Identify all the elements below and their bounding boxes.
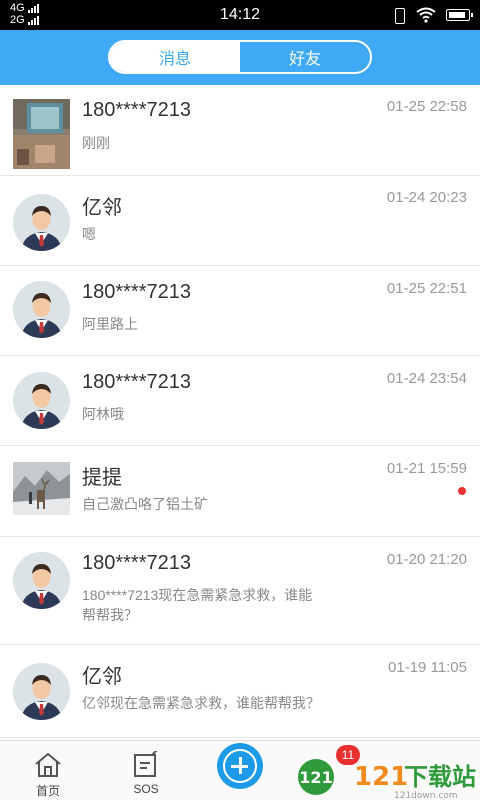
contact-name: 亿邻 [82,666,122,688]
message-time: 01-20 21:20 [386,551,467,568]
svg-text:121: 121 [299,768,332,787]
svg-text:121down.com: 121down.com [394,791,458,800]
contact-name: 亿邻 [82,197,122,219]
tab-messages[interactable]: 消息 [110,42,240,72]
svg-text:121: 121 [354,762,408,792]
tab-sos-label: SOS [133,782,159,796]
segmented-control: 消息 好友 [108,40,372,74]
avatar-photo-room [13,99,70,169]
conversation-item[interactable]: 亿邻 01-24 20:23 嗯 [0,176,480,266]
svg-text:下载站: 下载站 [404,763,476,791]
add-button[interactable] [217,743,263,789]
conversation-item[interactable]: 提提 01-21 15:59 自己激凸咯了铝土矿 [0,446,480,537]
conversation-item[interactable]: 亿邻 01-19 11:05 亿邻现在急需紧急求救，谁能帮帮我？ [0,645,480,738]
conversation-item[interactable]: 180****7213 01-20 21:20 180****7213现在急需紧… [0,537,480,645]
contact-name: 180****7213 [82,371,191,393]
message-time: 01-21 15:59 [386,460,467,477]
home-icon [35,753,61,777]
conversation-list: 180****7213 01-25 22:58 刚刚 亿邻 01-24 20:2… [0,85,480,738]
avatar-default-user-icon [13,663,70,720]
message-preview: 自己激凸咯了铝土矿 [82,496,208,512]
message-preview: 刚刚 [82,135,110,151]
watermark-logo: 121 121 下载站 121down.com [298,759,476,800]
tab-friends[interactable]: 好友 [240,42,370,72]
avatar-photo-deer [13,462,70,515]
unread-dot [458,487,466,495]
edit-icon [134,751,158,777]
message-time: 01-24 23:54 [386,370,467,387]
avatar-default-user-icon [13,194,70,251]
tab-home-label: 首页 [35,784,60,798]
bottom-tab-bar: 首页 SOS 11 121 121 下载站 121down.com [0,740,480,800]
message-time: 01-19 11:05 [388,659,467,676]
message-time: 01-24 20:23 [386,189,467,206]
wifi-icon [416,7,436,23]
message-preview-line1: 180****7213现在急需紧急求救，谁能 [82,587,313,603]
avatar-default-user-icon [13,281,70,338]
tab-sos[interactable]: SOS [126,741,166,800]
tab-home[interactable]: 首页 [28,741,68,800]
message-time: 01-25 22:51 [386,280,467,297]
contact-name: 180****7213 [82,281,191,303]
contact-name: 180****7213 [82,99,191,121]
message-preview: 阿林哦 [82,406,124,422]
header-bar: 消息 好友 [0,30,480,85]
plus-icon [223,749,257,783]
conversation-item[interactable]: 180****7213 01-25 22:51 阿里路上 [0,266,480,356]
battery-icon [446,9,473,21]
message-time: 01-25 22:58 [386,98,467,115]
vibrate-icon [392,7,406,24]
message-preview: 阿里路上 [82,316,138,332]
contact-name: 180****7213 [82,552,191,574]
contact-name: 提提 [82,467,122,489]
avatar-default-user-icon [13,372,70,429]
conversation-item[interactable]: 180****7213 01-24 23:54 阿林哦 [0,356,480,446]
message-preview-line2: 帮帮我？ [82,607,138,623]
conversation-item[interactable]: 180****7213 01-25 22:58 刚刚 [0,85,480,176]
message-preview: 亿邻现在急需紧急求救，谁能帮帮我？ [82,695,320,711]
message-preview: 嗯 [82,226,96,242]
status-bar: 4G 2G 14:12 [0,0,480,30]
avatar-default-user-icon [13,552,70,609]
